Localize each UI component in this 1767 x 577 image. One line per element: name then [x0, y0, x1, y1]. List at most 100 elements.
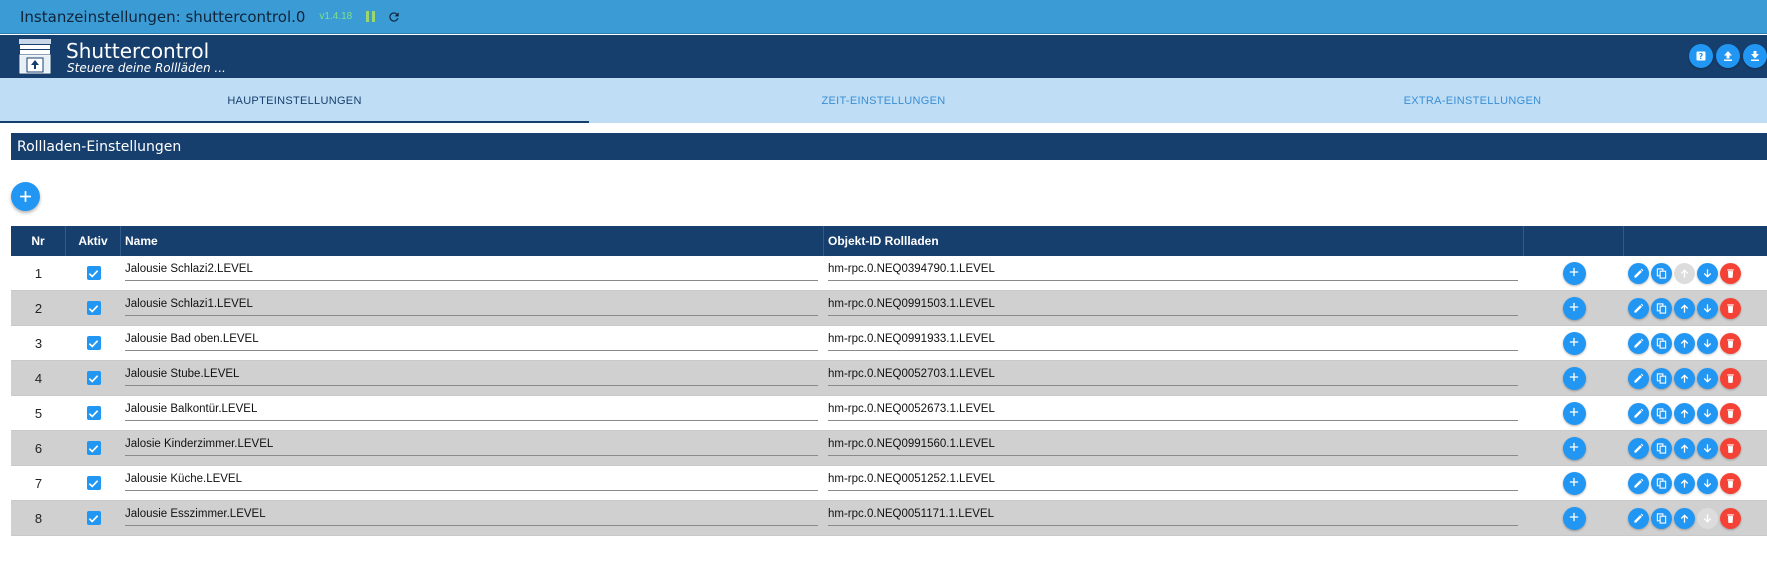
app-subtitle: Steuere deine Rollläden ... [67, 61, 226, 75]
pencil-icon [1633, 303, 1644, 314]
select-object-button[interactable] [1562, 261, 1586, 285]
move-down-button[interactable] [1697, 297, 1718, 319]
move-down-button[interactable] [1697, 437, 1718, 459]
select-object-button[interactable] [1562, 366, 1586, 390]
delete-button[interactable] [1720, 507, 1741, 529]
select-object-button[interactable] [1562, 296, 1586, 320]
name-input[interactable]: Jalousie Schlazi1.LEVEL [125, 296, 818, 316]
name-input[interactable]: Jalousie Balkontür.LEVEL [125, 401, 818, 421]
arrow-up-icon [1679, 303, 1690, 314]
copy-button[interactable] [1651, 297, 1672, 319]
delete-button[interactable] [1720, 297, 1741, 319]
copy-button[interactable] [1651, 472, 1672, 494]
aktiv-cell [66, 256, 121, 291]
tab-extra-einstellungen[interactable]: EXTRA-EINSTELLUNGEN [1178, 78, 1767, 123]
edit-button[interactable] [1628, 507, 1649, 529]
delete-button[interactable] [1720, 262, 1741, 284]
copy-button[interactable] [1651, 262, 1672, 284]
select-object-button[interactable] [1562, 506, 1586, 530]
move-down-button[interactable] [1697, 262, 1718, 284]
delete-button[interactable] [1720, 332, 1741, 354]
move-down-button[interactable] [1697, 402, 1718, 424]
select-object-button[interactable] [1562, 436, 1586, 460]
aktiv-checkbox[interactable] [86, 511, 101, 525]
name-input[interactable]: Jalousie Bad oben.LEVEL [125, 331, 818, 351]
pause-icon[interactable] [366, 11, 376, 22]
pencil-icon [1633, 408, 1644, 419]
edit-button[interactable] [1628, 367, 1649, 389]
move-up-button[interactable] [1674, 472, 1695, 494]
select-object-button[interactable] [1562, 331, 1586, 355]
delete-button[interactable] [1720, 402, 1741, 424]
row-actions [1624, 291, 1767, 326]
delete-button[interactable] [1720, 437, 1741, 459]
edit-button[interactable] [1628, 472, 1649, 494]
arrow-down-icon [1702, 513, 1713, 524]
trash-icon [1725, 268, 1736, 279]
aktiv-checkbox[interactable] [86, 476, 101, 490]
upload-button[interactable] [1716, 44, 1740, 68]
move-up-button[interactable] [1674, 507, 1695, 529]
aktiv-checkbox[interactable] [86, 371, 101, 385]
delete-button[interactable] [1720, 367, 1741, 389]
row-actions [1624, 431, 1767, 466]
section-title: Rollladen-Einstellungen [11, 133, 1767, 160]
move-up-button[interactable] [1674, 262, 1695, 284]
objekt-id-input[interactable]: hm-rpc.0.NEQ0051252.1.LEVEL [828, 471, 1518, 491]
tab-zeit-einstellungen[interactable]: ZEIT-EINSTELLUNGEN [589, 78, 1178, 123]
select-object-button[interactable] [1562, 471, 1586, 495]
name-input[interactable]: Jalosie Kinderzimmer.LEVEL [125, 436, 818, 456]
name-cell: Jalousie Schlazi2.LEVEL [121, 256, 824, 291]
select-cell [1524, 431, 1624, 466]
objekt-id-input[interactable]: hm-rpc.0.NEQ0051171.1.LEVEL [828, 506, 1518, 526]
objekt-id-input[interactable]: hm-rpc.0.NEQ0394790.1.LEVEL [828, 261, 1518, 281]
name-input[interactable]: Jalousie Schlazi2.LEVEL [125, 261, 818, 281]
download-button[interactable] [1743, 44, 1767, 68]
name-input[interactable]: Jalousie Stube.LEVEL [125, 366, 818, 386]
help-button[interactable]: ? [1689, 44, 1713, 68]
move-up-button[interactable] [1674, 402, 1695, 424]
edit-button[interactable] [1628, 297, 1649, 319]
aktiv-checkbox[interactable] [86, 406, 101, 420]
plus-icon [1569, 474, 1579, 492]
shutter-table: Nr Aktiv Name Objekt-ID Rollladen 1 Jalou… [11, 226, 1767, 536]
edit-button[interactable] [1628, 437, 1649, 459]
objekt-id-input[interactable]: hm-rpc.0.NEQ0991933.1.LEVEL [828, 331, 1518, 351]
objekt-id-input[interactable]: hm-rpc.0.NEQ0052673.1.LEVEL [828, 401, 1518, 421]
add-row-button[interactable] [11, 182, 40, 211]
aktiv-checkbox[interactable] [86, 441, 101, 455]
help-icon: ? [1696, 51, 1706, 61]
move-up-button[interactable] [1674, 367, 1695, 389]
move-down-button[interactable] [1697, 332, 1718, 354]
edit-button[interactable] [1628, 332, 1649, 354]
aktiv-checkbox[interactable] [86, 266, 101, 280]
move-down-button[interactable] [1697, 367, 1718, 389]
copy-button[interactable] [1651, 507, 1672, 529]
name-input[interactable]: Jalousie Küche.LEVEL [125, 471, 818, 491]
move-up-button[interactable] [1674, 332, 1695, 354]
aktiv-cell [66, 326, 121, 361]
edit-button[interactable] [1628, 262, 1649, 284]
copy-button[interactable] [1651, 332, 1672, 354]
edit-button[interactable] [1628, 402, 1649, 424]
tab-haupteinstellungen[interactable]: HAUPTEINSTELLUNGEN [0, 78, 589, 123]
header-actions [1624, 226, 1767, 256]
name-input[interactable]: Jalousie Esszimmer.LEVEL [125, 506, 818, 526]
objekt-id-input[interactable]: hm-rpc.0.NEQ0991560.1.LEVEL [828, 436, 1518, 456]
objekt-id-input[interactable]: hm-rpc.0.NEQ0991503.1.LEVEL [828, 296, 1518, 316]
select-cell [1524, 501, 1624, 536]
aktiv-checkbox[interactable] [86, 301, 101, 315]
copy-button[interactable] [1651, 437, 1672, 459]
move-down-button[interactable] [1697, 472, 1718, 494]
copy-button[interactable] [1651, 402, 1672, 424]
reload-icon[interactable] [387, 10, 401, 24]
select-object-button[interactable] [1562, 401, 1586, 425]
delete-button[interactable] [1720, 472, 1741, 494]
aktiv-checkbox[interactable] [86, 336, 101, 350]
move-up-button[interactable] [1674, 297, 1695, 319]
move-down-button[interactable] [1697, 507, 1718, 529]
move-up-button[interactable] [1674, 437, 1695, 459]
name-cell: Jalosie Kinderzimmer.LEVEL [121, 431, 824, 466]
objekt-id-input[interactable]: hm-rpc.0.NEQ0052703.1.LEVEL [828, 366, 1518, 386]
copy-button[interactable] [1651, 367, 1672, 389]
